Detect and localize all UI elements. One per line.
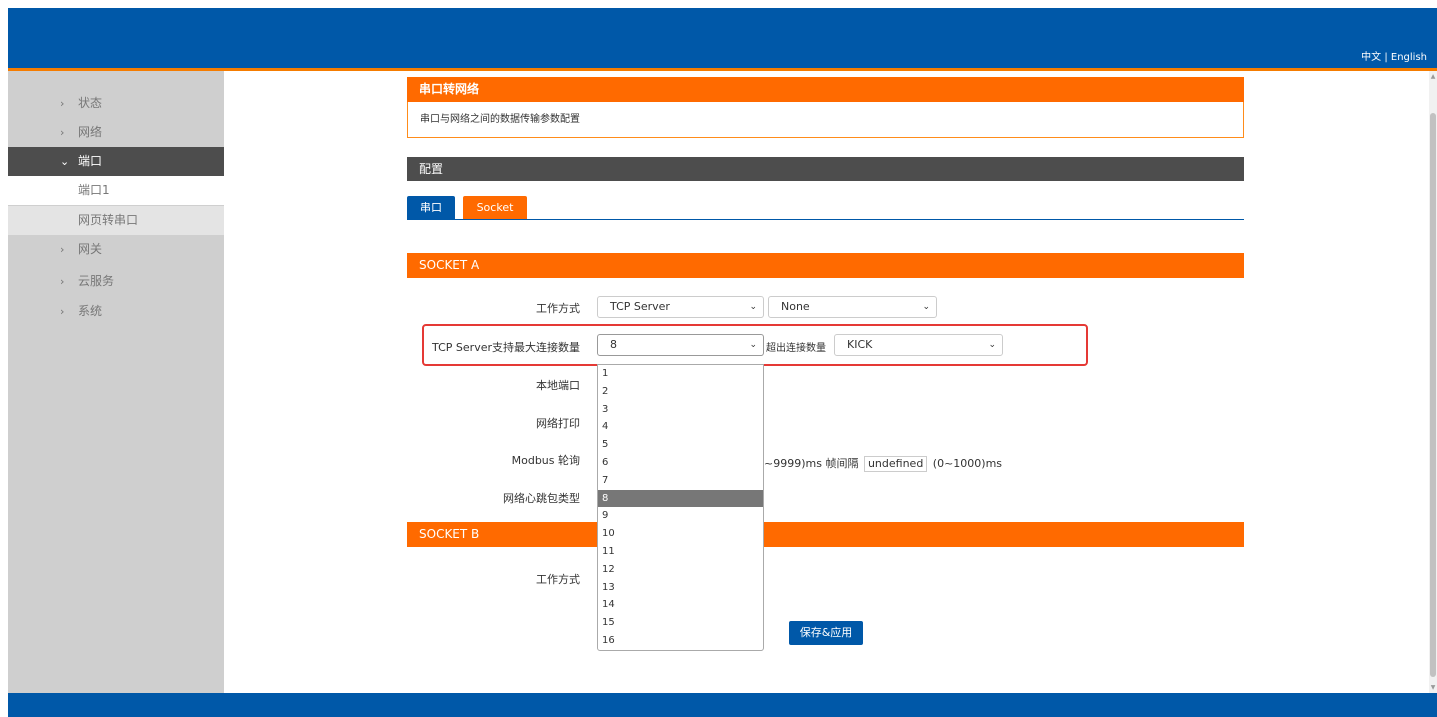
chevron-right-icon: › (60, 97, 65, 110)
modbus-suffix-text: ~9999)ms 帧间隔 (764, 457, 859, 470)
chevron-right-icon: › (60, 243, 65, 256)
scroll-up-arrow-icon[interactable]: ▲ (1429, 73, 1437, 80)
tab-serial[interactable]: 串口 (407, 196, 455, 219)
sidebar-item-port[interactable]: ⌄ 端口 (8, 147, 224, 176)
scroll-down-arrow-icon[interactable]: ▼ (1429, 684, 1437, 691)
modbus-interval-row: ~9999)ms 帧间隔 undefined (0~1000)ms (764, 455, 1002, 472)
dropdown-option[interactable]: 12 (598, 561, 763, 579)
sidebar: › 状态 › 网络 ⌄ 端口 端口1 网页转串口 › 网关 › 云服务 › 系统 (8, 71, 224, 693)
chevron-down-icon: ⌄ (749, 340, 757, 350)
sidebar-item-network[interactable]: › 网络 (8, 118, 224, 147)
page-footer (8, 693, 1437, 717)
dropdown-option[interactable]: 11 (598, 543, 763, 561)
tab-bar: 串口 Socket (407, 196, 1244, 220)
dropdown-option[interactable]: 16 (598, 632, 763, 650)
sidebar-item-system[interactable]: › 系统 (8, 297, 224, 326)
work-mode-value: TCP Server (610, 300, 670, 313)
max-connections-select[interactable]: 8 ⌄ (597, 334, 764, 356)
socket-b-header: SOCKET B (407, 522, 1244, 547)
chevron-down-icon: ⌄ (922, 302, 930, 312)
dropdown-option[interactable]: 5 (598, 436, 763, 454)
dropdown-option[interactable]: 2 (598, 383, 763, 401)
config-section-bar: 配置 (407, 157, 1244, 181)
overflow-label: 超出连接数量 (766, 343, 826, 354)
chevron-down-icon: ⌄ (60, 155, 70, 168)
chevron-right-icon: › (60, 275, 65, 288)
sidebar-item-status[interactable]: › 状态 (8, 89, 224, 118)
work-mode-label: 工作方式 (536, 302, 580, 315)
max-connections-label: TCP Server支持最大连接数量 (432, 341, 580, 354)
socket-a-header: SOCKET A (407, 253, 1244, 278)
dropdown-option[interactable]: 15 (598, 614, 763, 632)
overflow-action-value: KICK (847, 338, 873, 351)
work-mode-select[interactable]: TCP Server ⌄ (597, 296, 764, 318)
scrollbar[interactable]: ▲ ▼ (1429, 71, 1437, 693)
page-description: 串口与网络之间的数据传输参数配置 (407, 102, 1244, 138)
scrollbar-thumb[interactable] (1430, 113, 1436, 677)
lang-separator: | (1381, 52, 1391, 63)
dropdown-option[interactable]: 6 (598, 454, 763, 472)
sidebar-item-label: 状态 (78, 96, 103, 110)
chevron-right-icon: › (60, 126, 65, 139)
chevron-right-icon: › (60, 305, 65, 318)
dropdown-option[interactable]: 4 (598, 418, 763, 436)
dropdown-option[interactable]: 1 (598, 365, 763, 383)
heartbeat-type-label: 网络心跳包类型 (503, 492, 580, 505)
overflow-action-select[interactable]: KICK ⌄ (834, 334, 1003, 356)
sidebar-item-cloud[interactable]: › 云服务 (8, 267, 224, 296)
sidebar-item-label: 系统 (78, 304, 103, 318)
dropdown-option[interactable]: 7 (598, 472, 763, 490)
modbus-poll-label: Modbus 轮询 (511, 454, 580, 467)
page-title: 串口转网络 (407, 77, 1244, 102)
sidebar-item-label: 云服务 (78, 274, 115, 288)
max-connections-dropdown-list: 1 2 3 4 5 6 7 8 9 10 11 12 13 14 15 16 (597, 364, 764, 651)
page-header-section: 串口转网络 串口与网络之间的数据传输参数配置 (407, 77, 1244, 138)
dropdown-option[interactable]: 14 (598, 596, 763, 614)
sidebar-item-gateway[interactable]: › 网关 (8, 235, 224, 264)
dropdown-option[interactable]: 3 (598, 401, 763, 419)
dropdown-option[interactable]: 13 (598, 579, 763, 597)
dropdown-option-selected[interactable]: 8 (598, 489, 763, 508)
sidebar-subitem-web-to-serial[interactable]: 网页转串口 (8, 206, 224, 235)
sidebar-item-label: 网关 (78, 242, 103, 256)
dropdown-option[interactable]: 9 (598, 507, 763, 525)
lang-zh-link[interactable]: 中文 (1361, 52, 1381, 63)
sidebar-subitem-port1[interactable]: 端口1 (8, 176, 224, 205)
lang-en-link[interactable]: English (1391, 52, 1427, 63)
work-mode-secondary-select[interactable]: None ⌄ (768, 296, 937, 318)
dropdown-option[interactable]: 10 (598, 525, 763, 543)
language-switcher: 中文 | English (1361, 48, 1427, 63)
tab-socket[interactable]: Socket (463, 196, 527, 219)
chevron-down-icon: ⌄ (749, 302, 757, 312)
socket-b-work-mode-label: 工作方式 (536, 573, 580, 586)
frame-interval-input[interactable]: undefined (863, 456, 928, 472)
sidebar-item-label: 网络 (78, 125, 103, 139)
save-apply-button[interactable]: 保存&应用 (789, 621, 863, 645)
max-connections-value: 8 (610, 338, 617, 351)
frame-interval-range: (0~1000)ms (932, 457, 1003, 470)
top-header: 中文 | English (8, 8, 1437, 68)
local-port-label: 本地端口 (536, 379, 580, 392)
net-print-label: 网络打印 (536, 417, 580, 430)
sidebar-item-label: 端口 (78, 154, 103, 168)
chevron-down-icon: ⌄ (988, 340, 996, 350)
work-mode-secondary-value: None (781, 300, 810, 313)
